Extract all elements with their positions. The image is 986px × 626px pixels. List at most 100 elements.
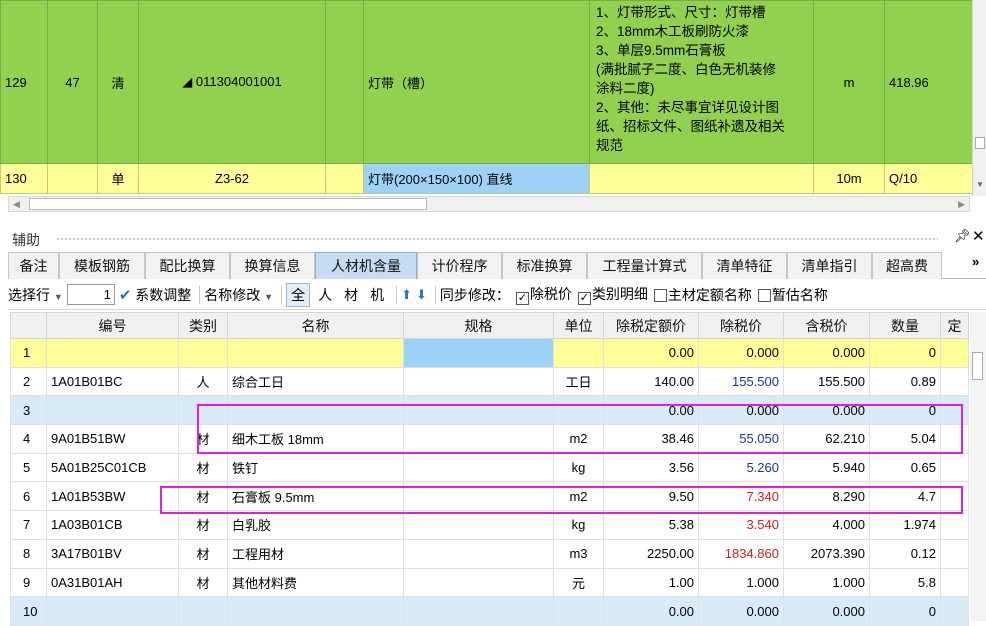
- spec-cell[interactable]: [403, 596, 554, 626]
- price-cell[interactable]: 0.000: [698, 395, 784, 426]
- unit-cell[interactable]: 工日: [553, 366, 604, 397]
- more-tabs-icon[interactable]: »: [972, 254, 979, 269]
- code-cell[interactable]: 3A17B01BV: [46, 538, 179, 569]
- qty-cell[interactable]: Q/10: [884, 163, 973, 194]
- checkbox-checked-icon[interactable]: ✓: [577, 292, 591, 305]
- tab-formwork-rebar[interactable]: 模板钢筋: [59, 252, 145, 279]
- tab-bill-features[interactable]: 清单特征: [702, 252, 787, 279]
- pin-icon[interactable]: 📌︎: [954, 228, 971, 244]
- spec-cell[interactable]: [403, 338, 554, 368]
- extra-cell[interactable]: [940, 424, 969, 454]
- category-cell[interactable]: 材: [178, 567, 228, 598]
- tax-price-cell[interactable]: 155.500: [783, 366, 870, 397]
- price-cell[interactable]: 3.540: [698, 510, 784, 540]
- price-cell[interactable]: 1834.860: [698, 538, 784, 569]
- blank-cell[interactable]: [325, 0, 364, 164]
- name-cell[interactable]: 灯带（槽）: [363, 0, 590, 164]
- coefficient-adjust-button[interactable]: ✔ 系数调整: [119, 285, 191, 305]
- unit-cell[interactable]: 元: [553, 567, 604, 598]
- extra-cell[interactable]: [940, 395, 969, 426]
- spec-cell[interactable]: [403, 538, 554, 569]
- scroll-down-icon[interactable]: ▼: [976, 180, 984, 189]
- spec-cell[interactable]: [403, 481, 554, 512]
- unit-cell[interactable]: kg: [553, 452, 604, 483]
- features-cell[interactable]: 1、灯带形式、尺寸：灯带槽 2、18mm木工板刷防火漆 3、单层9.5mm石膏板…: [589, 0, 814, 164]
- quota-price-cell[interactable]: 0.00: [603, 596, 699, 626]
- bill-row-129[interactable]: 129 47 清 ◢ 011304001001 灯带（槽） 1、灯带形式、尺寸：…: [0, 0, 973, 164]
- table-row[interactable]: 9 0A31B01AH 材其他材料费元 1.00 1.000 1.000 5.8: [10, 567, 969, 598]
- quota-price-cell[interactable]: 140.00: [603, 366, 699, 397]
- bill-row-130[interactable]: 130 单 Z3-62 灯带(200×150×100) 直线 10m Q/10: [0, 163, 973, 194]
- scroll-thumb[interactable]: [972, 352, 983, 380]
- quota-price-cell[interactable]: 1.00: [603, 567, 699, 598]
- scroll-right-icon[interactable]: ▶: [958, 197, 965, 211]
- qty-cell[interactable]: 5.8: [869, 567, 941, 598]
- code-cell[interactable]: Z3-62: [138, 163, 326, 194]
- spec-cell[interactable]: [403, 366, 554, 397]
- code-cell[interactable]: 0A31B01AH: [46, 567, 179, 598]
- extra-cell[interactable]: [940, 452, 969, 483]
- code-cell[interactable]: [46, 395, 179, 426]
- tax-price-cell[interactable]: 1.000: [783, 567, 870, 598]
- name-cell[interactable]: [227, 596, 404, 626]
- col-header-tax-price[interactable]: 含税价: [783, 312, 870, 339]
- category-cell[interactable]: 人: [178, 366, 228, 397]
- blank-cell[interactable]: [325, 163, 364, 194]
- spec-cell[interactable]: [403, 424, 554, 454]
- tax-price-cell[interactable]: 0.000: [783, 338, 870, 368]
- category-cell[interactable]: [178, 596, 228, 626]
- type-cell[interactable]: 单: [97, 163, 139, 194]
- col-header-quota-price[interactable]: 除税定额价: [603, 312, 699, 339]
- drag-grip[interactable]: [56, 237, 938, 241]
- move-up-icon[interactable]: ⬆: [401, 287, 412, 303]
- col-header-spec[interactable]: 规格: [403, 312, 554, 339]
- tab-notes[interactable]: 备注: [8, 252, 59, 279]
- checkbox-checked-icon[interactable]: ✓: [515, 292, 529, 305]
- table-row[interactable]: 8 3A17B01BV 材工程用材 m3 2250.00 1834.860 2073.390…: [10, 538, 969, 569]
- price-cell[interactable]: 155.500: [698, 366, 784, 397]
- quota-price-cell[interactable]: 5.38: [603, 510, 699, 540]
- extra-cell[interactable]: [940, 510, 969, 540]
- col-header-price[interactable]: 除税价: [698, 312, 784, 339]
- spec-cell[interactable]: [403, 510, 554, 540]
- price-cell[interactable]: 0.000: [698, 338, 784, 368]
- extra-cell[interactable]: [940, 481, 969, 512]
- qty-cell[interactable]: 418.96: [884, 0, 973, 164]
- type-cell[interactable]: 清: [97, 0, 139, 164]
- checkbox-unchecked-icon[interactable]: [757, 288, 771, 302]
- extra-cell[interactable]: [940, 366, 969, 397]
- unit-cell[interactable]: kg: [553, 510, 604, 540]
- extra-cell[interactable]: [940, 567, 969, 598]
- spec-cell[interactable]: [403, 567, 554, 598]
- tax-price-cell[interactable]: 0.000: [783, 395, 870, 426]
- table-row[interactable]: 10 0.00 0.000 0.000 0: [10, 596, 969, 626]
- code-cell[interactable]: 5A01B25C01CB: [46, 452, 179, 483]
- table-row[interactable]: 2 1A01B01BC 人综合工日 工日 140.00 155.500 155.500 0.8…: [10, 366, 969, 397]
- tab-height-fee[interactable]: 超高费: [872, 252, 942, 279]
- scroll-thumb[interactable]: [975, 137, 985, 149]
- table-row[interactable]: 5 5A01B25C01CB 材铁钉 kg 3.56 5.260 5.940 0.65: [10, 452, 969, 483]
- filter-machine-button[interactable]: 机: [366, 284, 388, 306]
- tax-price-cell[interactable]: 4.000: [783, 510, 870, 540]
- unit-cell[interactable]: m: [813, 0, 885, 164]
- unit-cell[interactable]: m3: [553, 538, 604, 569]
- table-row[interactable]: 1 0.00 0.000 0.000 0: [10, 338, 969, 368]
- quota-price-cell[interactable]: 38.46: [603, 424, 699, 454]
- row-number-input[interactable]: 1: [66, 284, 115, 305]
- col-header-code[interactable]: 编号: [46, 312, 179, 339]
- tab-standard-conversion[interactable]: 标准换算: [502, 252, 587, 279]
- opt-tax-price[interactable]: ✓ 除税价: [514, 284, 572, 305]
- opt-main-quota-name[interactable]: 主材定额名称: [652, 285, 752, 305]
- unit-cell[interactable]: m2: [553, 424, 604, 454]
- seq-cell[interactable]: [47, 163, 98, 194]
- qty-cell[interactable]: 0: [869, 395, 941, 426]
- qty-cell[interactable]: 0.89: [869, 366, 941, 397]
- name-cell[interactable]: 细木工板 18mm: [227, 424, 404, 454]
- top-vertical-scrollbar[interactable]: ▼: [972, 0, 986, 196]
- price-cell[interactable]: 1.000: [698, 567, 784, 598]
- scroll-left-icon[interactable]: ◀: [13, 197, 20, 211]
- tax-price-cell[interactable]: 5.940: [783, 452, 870, 483]
- name-modify-dropdown[interactable]: 名称修改 ▼: [204, 285, 273, 305]
- category-cell[interactable]: 材: [178, 424, 228, 454]
- close-icon[interactable]: ✕: [972, 227, 985, 245]
